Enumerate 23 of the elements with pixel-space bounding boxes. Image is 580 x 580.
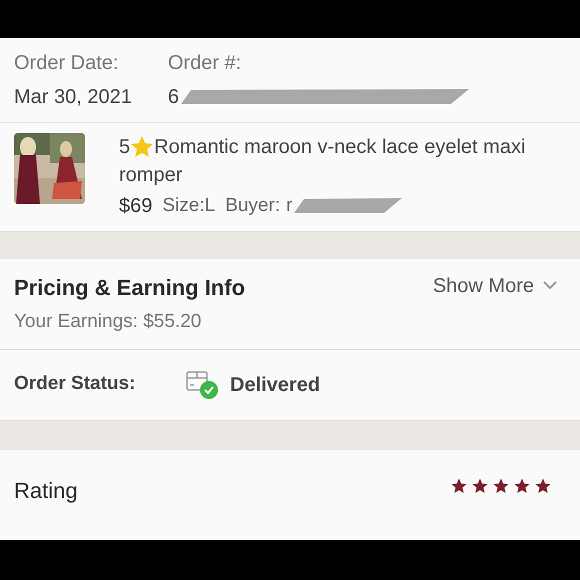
status-value: Delivered (230, 372, 320, 398)
order-date: Mar 30, 2021 (14, 85, 132, 110)
buyer-name: r (286, 194, 292, 218)
item-price: $69 (119, 194, 152, 219)
buyer-label: Buyer: (225, 194, 280, 218)
rating-label: Rating (14, 477, 78, 506)
star-icon (471, 476, 489, 495)
order-number: 6 (168, 85, 179, 110)
item-size: Size:L (162, 194, 216, 218)
rating-prefix: 5 (119, 135, 130, 160)
item-title: Romantic maroon v-neck lace eyelet maxi (154, 135, 526, 160)
show-more-button[interactable]: Show More (432, 271, 566, 299)
section-title: Pricing & Earning Info (14, 274, 246, 302)
earnings-text: Your Earnings: $55.20 (14, 310, 202, 334)
item-title: romper (119, 163, 184, 188)
star-icon (492, 476, 510, 495)
status-label: Order Status: (14, 372, 136, 396)
star-icon (450, 476, 468, 495)
order-date-label: Order Date: (14, 51, 120, 76)
star-icon (130, 135, 154, 159)
star-icon (534, 476, 552, 495)
order-number-label: Order #: (168, 51, 242, 76)
star-icon (513, 476, 531, 495)
